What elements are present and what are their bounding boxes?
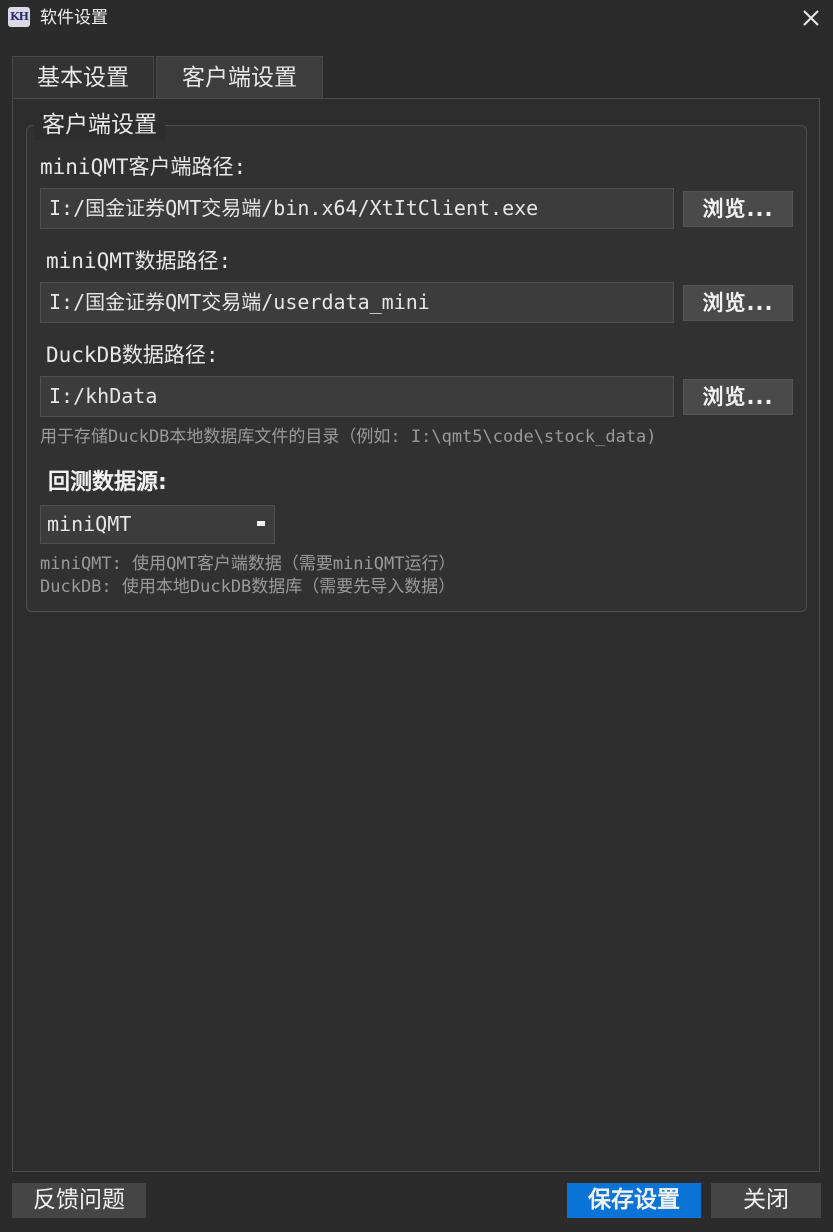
browse-data-path-button[interactable]: 浏览...	[683, 285, 793, 321]
tab-basic-settings[interactable]: 基本设置	[12, 56, 154, 98]
group-title: 客户端设置	[34, 110, 165, 140]
duckdb-path-hint: 用于存储DuckDB本地数据库文件的目录（例如: I:\qmt5\code\st…	[40, 427, 657, 447]
window-title: 软件设置	[40, 8, 108, 28]
miniqmt-client-path-input[interactable]: I:/国金证券QMT交易端/bin.x64/XtItClient.exe	[40, 188, 674, 229]
app-logo-icon: KH	[8, 7, 30, 27]
miniqmt-source-hint: miniQMT: 使用QMT客户端数据（需要miniQMT运行）	[40, 554, 456, 574]
save-settings-button[interactable]: 保存设置	[567, 1183, 701, 1218]
backtest-source-value: miniQMT	[47, 512, 132, 536]
feedback-button[interactable]: 反馈问题	[12, 1183, 146, 1218]
tab-client-settings[interactable]: 客户端设置	[156, 56, 323, 98]
miniqmt-client-path-label: miniQMT客户端路径:	[40, 155, 247, 179]
dropdown-arrow-icon	[257, 521, 265, 526]
backtest-source-title: 回测数据源:	[48, 470, 167, 495]
close-button[interactable]: 关闭	[711, 1183, 821, 1218]
miniqmt-data-path-input[interactable]: I:/国金证券QMT交易端/userdata_mini	[40, 282, 674, 323]
settings-window: KH 软件设置 基本设置 客户端设置 客户端设置 miniQMT客户端路径: I…	[0, 0, 833, 1232]
miniqmt-data-path-label: miniQMT数据路径:	[46, 249, 232, 273]
browse-duckdb-path-button[interactable]: 浏览...	[683, 379, 793, 415]
duckdb-source-hint: DuckDB: 使用本地DuckDB数据库（需要先导入数据）	[40, 577, 456, 597]
duckdb-data-path-label: DuckDB数据路径:	[46, 343, 219, 367]
title-bar: KH 软件设置	[0, 0, 833, 36]
close-window-icon[interactable]	[799, 6, 823, 30]
duckdb-data-path-input[interactable]: I:/khData	[40, 376, 674, 417]
backtest-source-select[interactable]: miniQMT	[40, 505, 275, 544]
browse-client-path-button[interactable]: 浏览...	[683, 191, 793, 227]
